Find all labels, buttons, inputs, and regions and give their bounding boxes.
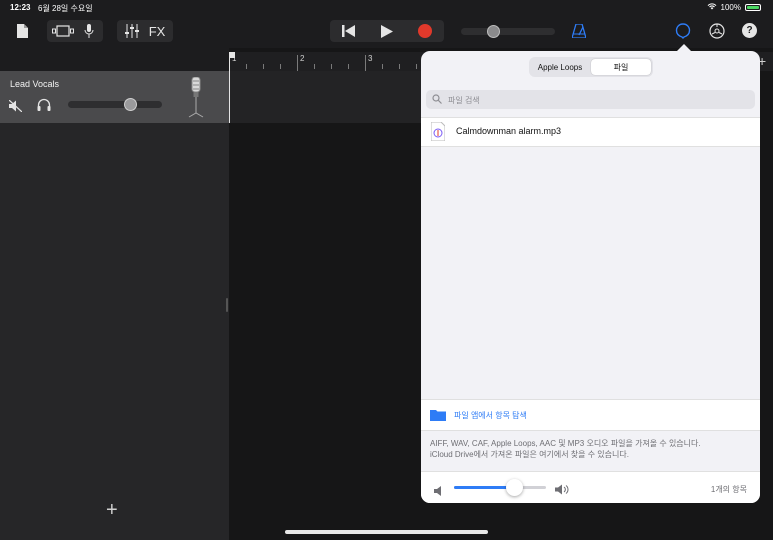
ruler-tick [246,64,247,69]
add-track-button[interactable]: + [106,500,118,520]
preview-volume-slider[interactable] [454,479,546,496]
ruler-tick [399,64,400,69]
playhead[interactable] [229,52,230,123]
status-date: 6월 28일 수요일 [38,4,93,13]
mix-group: FX [117,20,173,42]
panel-resize-handle[interactable] [226,298,228,312]
file-name: Calmdownman alarm.mp3 [456,126,562,136]
document-icon[interactable] [15,22,29,40]
wifi-icon [707,2,717,12]
master-volume-slider[interactable] [461,25,555,38]
mixer-icon[interactable] [120,21,144,41]
headphones-icon[interactable] [37,98,51,116]
bar-number: 3 [368,54,373,63]
record-icon[interactable] [406,21,444,41]
track-volume-slider[interactable] [68,98,162,111]
track-name: Lead Vocals [10,79,60,89]
ruler-tick [280,64,281,69]
track-lane[interactable] [229,71,429,123]
ruler-tick [331,64,332,69]
search-input[interactable]: 파일 검색 [426,90,755,109]
bar-number: 2 [300,54,305,63]
metronome-icon[interactable] [571,22,587,40]
browse-files-label: 파일 앱에서 항목 탐색 [454,411,527,420]
fx-button[interactable]: FX [144,21,170,41]
transport-group [330,20,444,42]
ruler-tick [365,55,366,71]
source-segmented-control: Apple Loops 파일 [529,57,653,77]
volume-low-icon [434,483,442,501]
battery-icon [745,3,761,11]
loop-browser-popover: Apple Loops 파일 파일 검색 Calmdownman alarm.m… [421,51,760,503]
ruler-tick [314,64,315,69]
item-count: 1개의 항목 [710,485,747,494]
ruler-spacer [0,48,229,71]
playhead-handle[interactable] [229,52,235,58]
audio-file-icon [430,121,446,146]
ruler-tick [297,55,298,71]
microphone-instrument-icon [187,76,205,124]
status-bar: 12:23 6월 28일 수요일 100% [0,0,773,16]
ruler-tick [416,64,417,69]
settings-icon[interactable] [708,22,726,40]
list-item[interactable]: Calmdownman alarm.mp3 [421,117,760,147]
preview-bar: 1개의 항목 [421,471,760,503]
loop-browser-icon[interactable] [674,22,692,40]
ruler-tick [348,64,349,69]
track-view-icon[interactable] [49,21,77,41]
home-indicator[interactable] [285,530,488,534]
tab-files[interactable]: 파일 [591,59,651,75]
battery-level [747,5,759,9]
folder-icon [430,408,446,426]
play-icon[interactable] [368,21,406,41]
microphone-icon[interactable] [77,21,101,41]
preview-volume-knob[interactable] [506,479,524,496]
import-info-line: AIFF, WAV, CAF, Apple Loops, AAC 및 MP3 오… [430,439,701,448]
search-placeholder: 파일 검색 [448,96,480,105]
status-indicators: 100% [707,2,761,12]
browse-files-button[interactable]: 파일 앱에서 항목 탐색 [421,399,760,431]
track-header[interactable]: Lead Vocals [0,71,229,123]
help-icon[interactable]: ? [742,23,757,38]
mute-icon[interactable] [8,99,23,117]
rewind-icon[interactable] [330,21,368,41]
ruler-tick [263,64,264,69]
view-group [47,20,103,42]
volume-high-icon [555,482,571,500]
ruler-tick [382,64,383,69]
tab-apple-loops[interactable]: Apple Loops [531,59,589,75]
track-volume-knob[interactable] [124,98,138,111]
import-info-line: iCloud Drive에서 가져온 파일은 여기에서 찾을 수 있습니다. [430,450,629,459]
search-icon [432,94,442,106]
battery-percent: 100% [720,2,741,12]
import-info: AIFF, WAV, CAF, Apple Loops, AAC 및 MP3 오… [430,438,755,460]
status-time: 12:23 [10,3,31,12]
